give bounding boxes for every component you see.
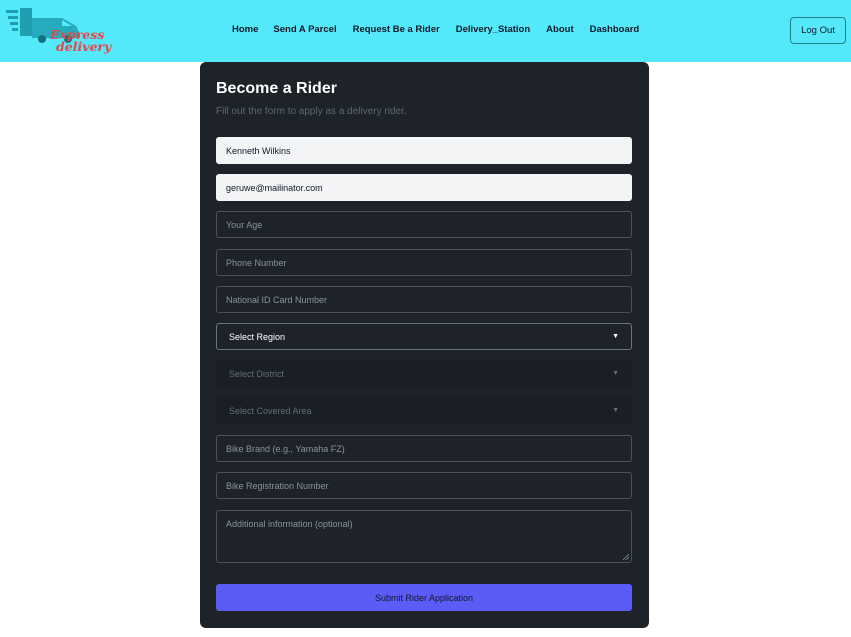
age-input[interactable]: Your Age (216, 211, 632, 238)
main-nav: Home Send A Parcel Request Be a Rider De… (232, 24, 639, 35)
form-subtitle: Fill out the form to apply as a delivery… (216, 106, 407, 117)
nav-dashboard[interactable]: Dashboard (590, 24, 640, 35)
rider-form-card: Become a Rider Fill out the form to appl… (200, 62, 649, 628)
nav-delivery-station[interactable]: Delivery_Station (456, 24, 530, 35)
nav-home[interactable]: Home (232, 24, 258, 35)
bike-brand-input[interactable]: Bike Brand (e.g., Yamaha FZ) (216, 435, 632, 462)
form-title: Become a Rider (216, 80, 337, 97)
top-navbar: Express delivery Home Send A Parcel Requ… (0, 0, 851, 62)
logout-button[interactable]: Log Out (790, 17, 846, 44)
submit-application-button[interactable]: Submit Rider Application (216, 584, 632, 611)
additional-info-textarea[interactable]: Additional information (optional) (216, 510, 632, 563)
chevron-down-icon: ▼ (612, 407, 619, 414)
email-field[interactable]: geruwe@mailinator.com (216, 174, 632, 201)
nav-request-rider[interactable]: Request Be a Rider (353, 24, 440, 35)
brand-logo[interactable]: Express delivery (6, 6, 111, 56)
additional-info-placeholder: Additional information (optional) (226, 519, 353, 529)
district-select-value: Select District (229, 368, 285, 379)
region-select[interactable]: Select Region ▼ (216, 323, 632, 350)
phone-input[interactable]: Phone Number (216, 249, 632, 276)
nav-send-parcel[interactable]: Send A Parcel (273, 24, 336, 35)
chevron-down-icon: ▼ (612, 333, 619, 340)
covered-area-select-value: Select Covered Area (229, 405, 312, 416)
national-id-input[interactable]: National ID Card Number (216, 286, 632, 313)
resize-grip-icon[interactable] (622, 553, 629, 560)
district-select[interactable]: Select District ▼ (216, 360, 632, 387)
nav-about[interactable]: About (546, 24, 573, 35)
name-field[interactable]: Kenneth Wilkins (216, 137, 632, 164)
logo-line-2: delivery (56, 39, 112, 54)
logo-text: Express delivery (50, 28, 112, 54)
region-select-value: Select Region (229, 331, 286, 342)
covered-area-select[interactable]: Select Covered Area ▼ (216, 397, 632, 424)
bike-registration-input[interactable]: Bike Registration Number (216, 472, 632, 499)
chevron-down-icon: ▼ (612, 370, 619, 377)
